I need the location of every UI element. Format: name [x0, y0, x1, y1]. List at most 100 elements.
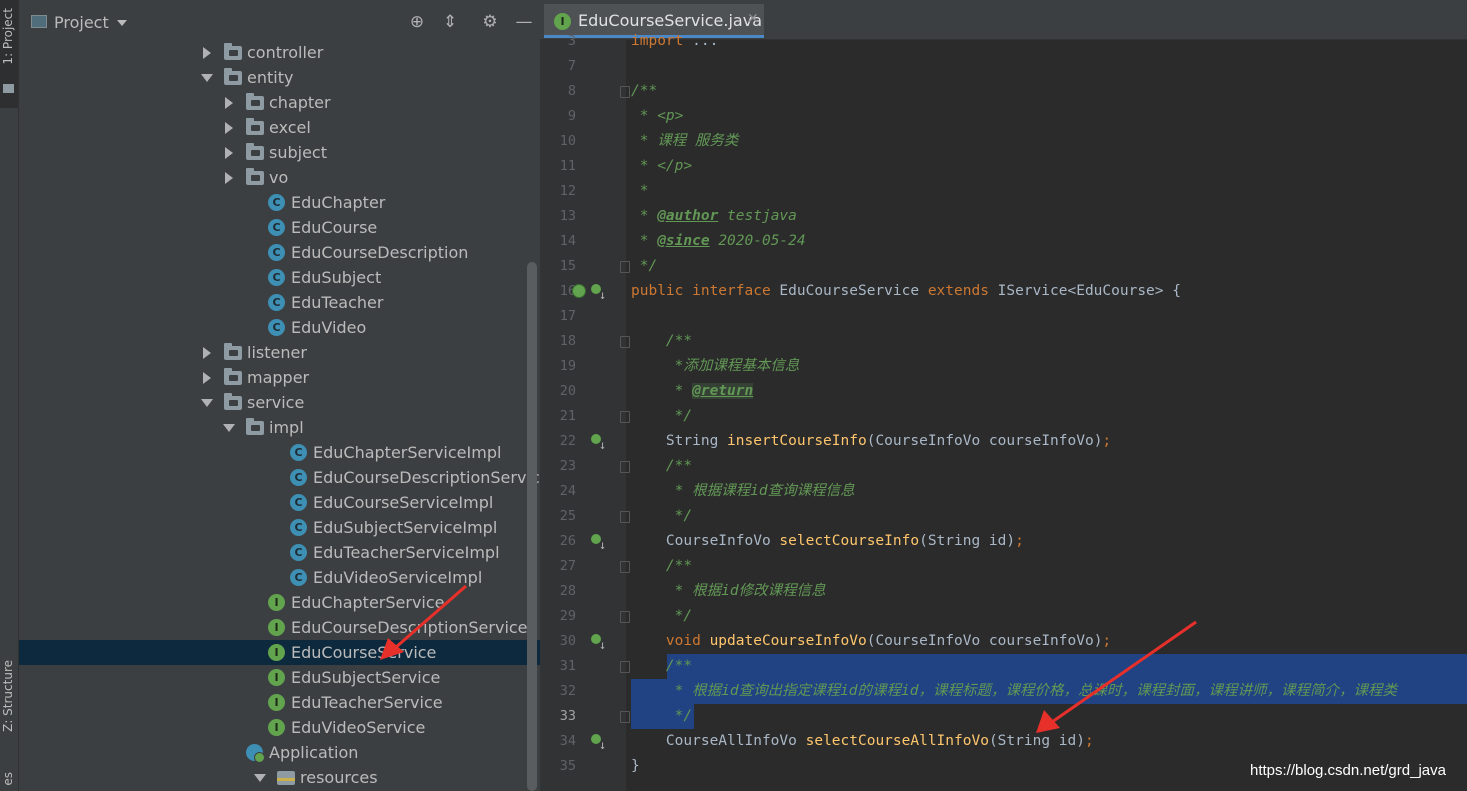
- code-line[interactable]: 7: [540, 54, 1467, 79]
- code-line[interactable]: 29 */: [540, 604, 1467, 629]
- project-tool-tab[interactable]: 1: Project: [0, 0, 18, 108]
- chevron-down-icon[interactable]: [117, 20, 127, 26]
- tree-item[interactable]: impl: [19, 415, 540, 440]
- code-line[interactable]: 12 *: [540, 179, 1467, 204]
- code-line[interactable]: 17: [540, 304, 1467, 329]
- fold-marker-icon[interactable]: [620, 711, 630, 723]
- code-line[interactable]: 30 ↓ void updateCourseInfoVo(CourseInfoVo…: [540, 629, 1467, 654]
- code-line[interactable]: 8 /**: [540, 79, 1467, 104]
- code-line[interactable]: 19 *添加课程基本信息: [540, 354, 1467, 379]
- code-line[interactable]: 18 /**: [540, 329, 1467, 354]
- code-text: }: [631, 754, 640, 779]
- tree-item[interactable]: resources: [19, 765, 540, 790]
- folder-icon: [224, 43, 242, 60]
- fold-marker-icon[interactable]: [620, 561, 630, 573]
- code-line[interactable]: 24 * 根据课程id查询课程信息: [540, 479, 1467, 504]
- expand-right-icon[interactable]: [223, 140, 235, 165]
- code-line[interactable]: 31 /**: [540, 654, 1467, 679]
- tree-item[interactable]: chapter: [19, 90, 540, 115]
- fold-marker-icon[interactable]: [620, 336, 630, 348]
- fold-marker-icon[interactable]: [620, 611, 630, 623]
- tree-item[interactable]: C EduVideoServiceImpl: [19, 565, 540, 590]
- tree-item[interactable]: C EduVideo: [19, 315, 540, 340]
- expand-right-icon[interactable]: [201, 365, 213, 390]
- code-line[interactable]: 34 ↓ CourseAllInfoVo selectCourseAllInfoV…: [540, 729, 1467, 754]
- expand-down-icon[interactable]: [201, 390, 213, 415]
- tree-item[interactable]: mapper: [19, 365, 540, 390]
- code-line[interactable]: 20 * @return: [540, 379, 1467, 404]
- tree-item[interactable]: service: [19, 390, 540, 415]
- code-line[interactable]: 9 * <p>: [540, 104, 1467, 129]
- tree-item[interactable]: controller: [19, 40, 540, 65]
- code-editor[interactable]: 3 import ... 7 8/** 9 * <p> 10 * 课程 服务类 11 * <…: [540, 33, 1467, 791]
- fold-marker-icon[interactable]: [620, 411, 630, 423]
- tree-item[interactable]: C EduCourseServiceImpl: [19, 490, 540, 515]
- tree-item[interactable]: subject: [19, 140, 540, 165]
- collapse-all-icon[interactable]: ⇕: [440, 12, 460, 32]
- code-line[interactable]: 32 * 根据id查询出指定课程id的课程id，课程标题，课程价格，总课时，课程…: [540, 679, 1467, 704]
- tree-item[interactable]: C EduCourseDescriptionServiceImpl: [19, 465, 584, 490]
- tree-item[interactable]: I EduCourseService: [19, 640, 540, 665]
- fold-marker-icon[interactable]: [620, 511, 630, 523]
- fold-marker-icon[interactable]: [620, 661, 630, 673]
- fold-marker-icon[interactable]: [620, 86, 630, 98]
- fold-marker-icon[interactable]: [620, 261, 630, 273]
- implementations-icon[interactable]: [572, 284, 586, 298]
- code-line[interactable]: 10 * 课程 服务类: [540, 129, 1467, 154]
- code-line[interactable]: 26 ↓ CourseInfoVo selectCourseInfo(String…: [540, 529, 1467, 554]
- code-line[interactable]: 15 */: [540, 254, 1467, 279]
- code-line[interactable]: 27 /**: [540, 554, 1467, 579]
- expand-right-icon[interactable]: [223, 90, 235, 115]
- expand-down-icon[interactable]: [254, 765, 266, 790]
- favorites-tool-tab[interactable]: es: [0, 772, 18, 791]
- tree-item[interactable]: I EduSubjectService: [19, 665, 540, 690]
- folder-icon: [3, 84, 14, 93]
- tree-item[interactable]: listener: [19, 340, 540, 365]
- project-view-selector[interactable]: Project: [54, 13, 109, 32]
- expand-right-icon[interactable]: [223, 165, 235, 190]
- close-icon[interactable]: ✕: [747, 11, 759, 27]
- tree-item[interactable]: Application: [19, 740, 540, 765]
- code-line[interactable]: 25 */: [540, 504, 1467, 529]
- locate-icon[interactable]: ⊕: [407, 12, 427, 32]
- tree-item[interactable]: entity: [19, 65, 540, 90]
- tree-item[interactable]: C EduChapter: [19, 190, 540, 215]
- tree-item[interactable]: vo: [19, 165, 540, 190]
- structure-tool-tab[interactable]: Z: Structure: [0, 660, 18, 760]
- code-line[interactable]: 3 import ...: [540, 29, 1467, 54]
- gear-icon[interactable]: ⚙: [480, 12, 500, 32]
- code-line[interactable]: 23 /**: [540, 454, 1467, 479]
- expand-down-icon[interactable]: [223, 415, 235, 440]
- fold-marker-icon[interactable]: [620, 461, 630, 473]
- expand-down-icon[interactable]: [201, 65, 213, 90]
- hide-panel-icon[interactable]: —: [514, 12, 534, 32]
- tree-item[interactable]: C EduTeacher: [19, 290, 540, 315]
- code-line[interactable]: 16 ↓ public interface EduCourseService ext…: [540, 279, 1467, 304]
- code-token: CourseAllInfoVo: [631, 733, 806, 749]
- line-number: 27: [559, 558, 576, 574]
- expand-right-icon[interactable]: [201, 40, 213, 65]
- tree-item[interactable]: I EduTeacherService: [19, 690, 540, 715]
- code-line[interactable]: 14 * @since 2020-05-24: [540, 229, 1467, 254]
- expand-right-icon[interactable]: [201, 340, 213, 365]
- code-line[interactable]: 11 * </p>: [540, 154, 1467, 179]
- tree-item[interactable]: excel: [19, 115, 540, 140]
- tree-item[interactable]: C EduSubject: [19, 265, 540, 290]
- tree-item[interactable]: C EduChapterServiceImpl: [19, 440, 540, 465]
- project-tree-scrollbar[interactable]: [527, 262, 537, 791]
- code-line[interactable]: 13 * @author testjava: [540, 204, 1467, 229]
- tree-item[interactable]: I EduVideoService: [19, 715, 540, 740]
- code-token: * 根据id查询出指定课程id的课程id，课程标题，课程价格，总课时，课程封面，…: [631, 683, 1397, 699]
- code-line[interactable]: 33 */: [540, 704, 1467, 729]
- code-line[interactable]: 21 */: [540, 404, 1467, 429]
- tree-item[interactable]: C EduCourseDescription: [19, 240, 540, 265]
- tree-item[interactable]: C EduTeacherServiceImpl: [19, 540, 540, 565]
- code-line[interactable]: 28 * 根据id修改课程信息: [540, 579, 1467, 604]
- tree-item[interactable]: I EduChapterService: [19, 590, 540, 615]
- folder-icon: [224, 68, 242, 85]
- tree-item[interactable]: I EduCourseDescriptionService: [19, 615, 540, 640]
- tree-item[interactable]: C EduCourse: [19, 215, 540, 240]
- tree-item[interactable]: C EduSubjectServiceImpl: [19, 515, 540, 540]
- expand-right-icon[interactable]: [223, 115, 235, 140]
- code-line[interactable]: 22 ↓ String insertCourseInfo(CourseInfoVo…: [540, 429, 1467, 454]
